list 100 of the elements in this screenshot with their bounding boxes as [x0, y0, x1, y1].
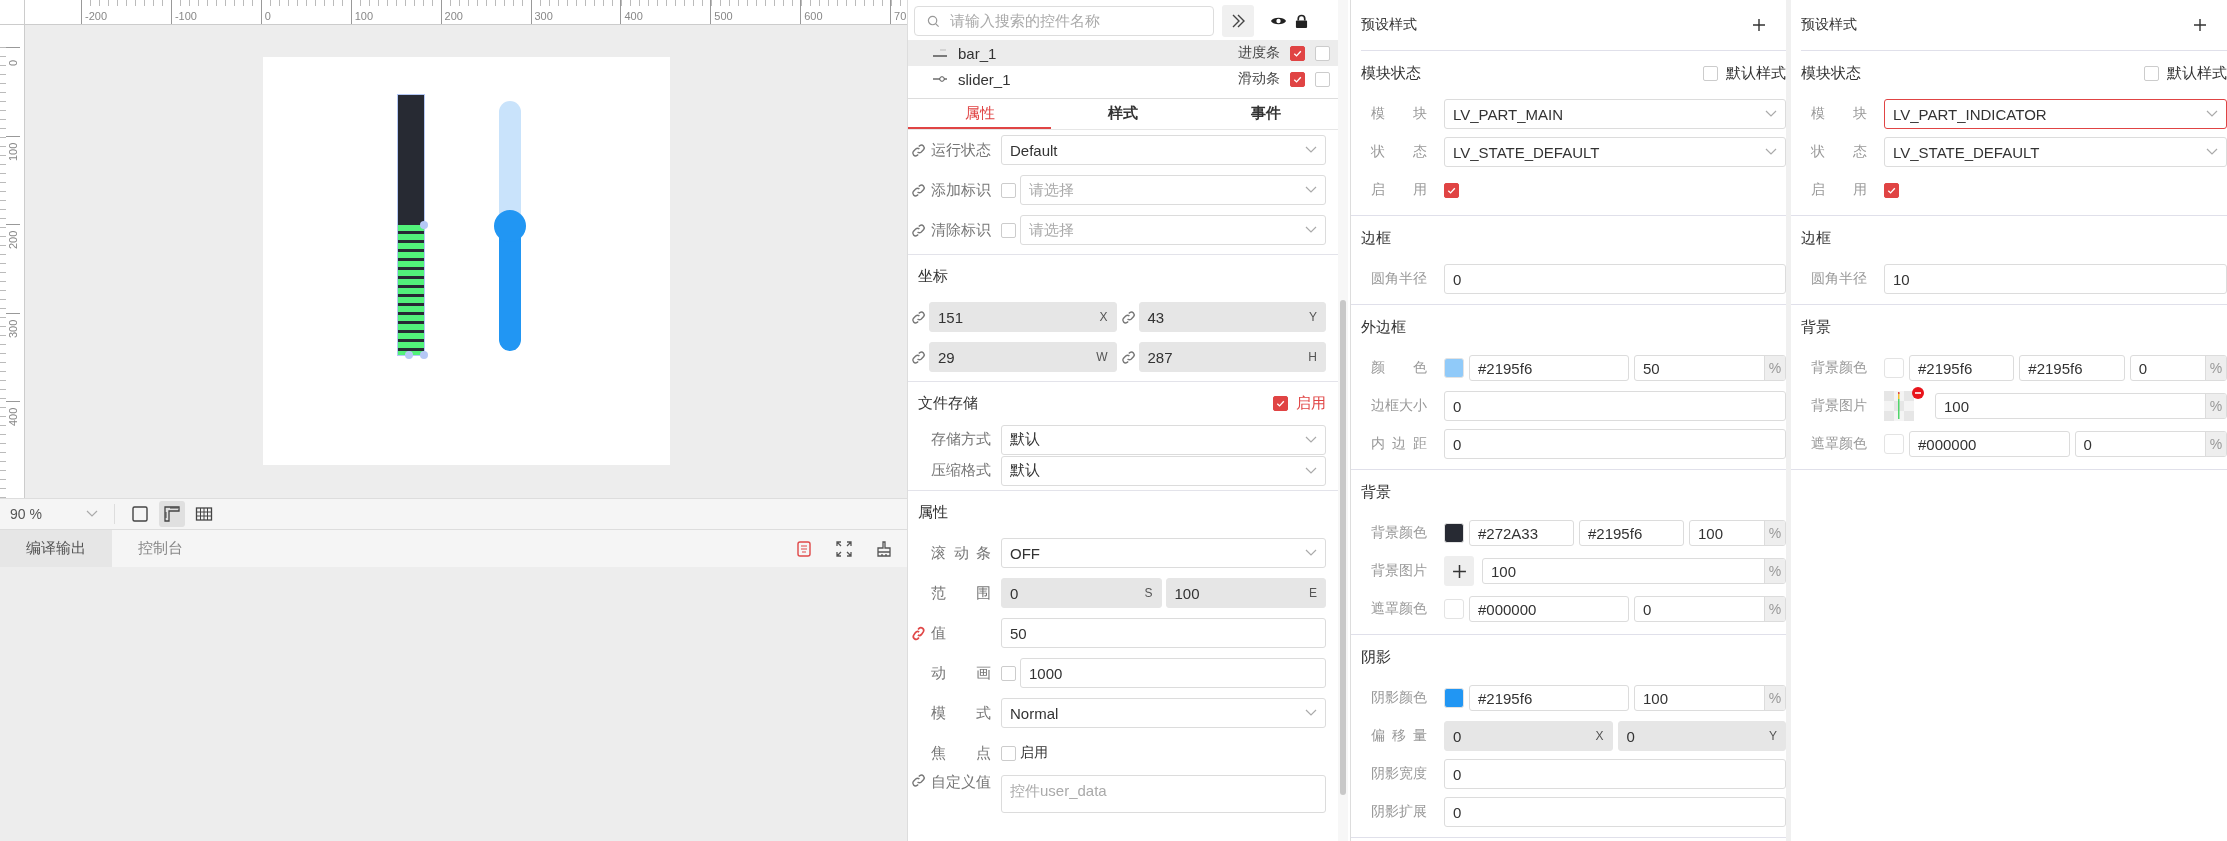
panel-tab[interactable]: 属性 — [908, 99, 1052, 129]
brush-icon[interactable] — [875, 539, 893, 558]
color-swatch[interactable] — [1444, 688, 1464, 708]
number-field[interactable]: 151 X — [929, 302, 1117, 332]
color-field[interactable]: #000000 — [1469, 596, 1629, 622]
chevron-icon — [1305, 709, 1317, 717]
percent-field[interactable]: 100 % — [1482, 558, 1786, 584]
dropdown[interactable]: LV_PART_INDICATOR — [1884, 99, 2227, 129]
checkbox[interactable] — [1290, 71, 1305, 87]
color-swatch[interactable] — [1884, 434, 1904, 454]
link-icon[interactable] — [911, 309, 926, 325]
percent-field[interactable]: 100 % — [1634, 685, 1786, 711]
link-icon[interactable] — [911, 349, 926, 365]
dropdown[interactable]: LV_STATE_DEFAULT — [1444, 137, 1786, 167]
input-field[interactable]: 0 — [1444, 264, 1786, 294]
color-field[interactable]: #2195f6 — [1909, 355, 2015, 381]
input-field[interactable]: 0 — [1444, 759, 1786, 789]
color-field[interactable]: #2195f6 — [1579, 520, 1684, 546]
link-icon[interactable] — [909, 624, 928, 642]
field-label: 滚动条 — [931, 543, 991, 563]
input-field[interactable]: 0 — [1444, 391, 1786, 421]
field-label: 模块 — [1811, 105, 1867, 123]
number-field[interactable]: 29 W — [929, 342, 1117, 372]
number-field[interactable]: 0 X — [1444, 721, 1613, 751]
output-tab[interactable]: 编译输出 — [0, 530, 112, 567]
checkbox[interactable] — [1001, 182, 1016, 198]
percent-field[interactable]: 100 % — [1935, 393, 2227, 419]
section-title: 属性 — [918, 502, 948, 522]
color-field[interactable]: #2195f6 — [2019, 355, 2125, 381]
color-swatch[interactable] — [1444, 599, 1464, 619]
double-chevron-icon — [1230, 13, 1246, 29]
checkbox[interactable] — [1444, 182, 1459, 198]
checkbox[interactable] — [1001, 745, 1016, 761]
eye-icon[interactable] — [1270, 15, 1287, 27]
color-field[interactable]: #000000 — [1909, 431, 2070, 457]
input-field[interactable]: 0 — [1444, 797, 1786, 827]
color-swatch[interactable] — [1884, 358, 1904, 378]
field-label: 模式 — [931, 703, 991, 723]
input-field[interactable]: 1000 — [1020, 658, 1326, 688]
link-icon[interactable] — [1120, 349, 1136, 365]
dropdown[interactable]: 默认 — [1001, 455, 1326, 486]
input-field[interactable]: 0 — [1444, 429, 1786, 459]
dropdown[interactable]: Default — [1001, 135, 1326, 165]
number-field[interactable]: 0 Y — [1617, 721, 1786, 751]
ruler-button[interactable] — [159, 501, 185, 527]
checkbox[interactable] — [1315, 45, 1330, 61]
widget-list-item[interactable]: bar_1 进度条 — [908, 40, 1338, 66]
resize-handle[interactable] — [420, 221, 428, 229]
dropdown[interactable]: LV_STATE_DEFAULT — [1884, 137, 2227, 167]
search-icon — [927, 14, 940, 28]
color-field[interactable]: #2195f6 — [1469, 355, 1629, 381]
collapse-button[interactable] — [1222, 5, 1254, 37]
panel-tab[interactable]: 事件 — [1194, 99, 1338, 129]
checkbox[interactable] — [1703, 65, 1718, 81]
unit-label: % — [1764, 686, 1785, 710]
link-icon[interactable] — [911, 182, 926, 198]
percent-field[interactable]: 0 % — [1634, 596, 1786, 622]
number-field[interactable]: 0 S — [1001, 578, 1162, 608]
number-field[interactable]: 43 Y — [1138, 302, 1326, 332]
add-button[interactable] — [1752, 18, 1766, 32]
number-field[interactable]: 287 H — [1138, 342, 1326, 372]
link-icon[interactable] — [911, 773, 926, 788]
percent-field[interactable]: 0 % — [2074, 431, 2227, 457]
input-field[interactable]: 10 — [1884, 264, 2227, 294]
chevron-icon — [2206, 148, 2218, 156]
field-label: 清除标识 — [931, 220, 991, 240]
checkbox[interactable] — [1273, 395, 1288, 411]
panel-tab[interactable]: 样式 — [1051, 99, 1195, 129]
add-button[interactable] — [2193, 18, 2207, 32]
color-swatch[interactable] — [1444, 523, 1464, 543]
link-icon[interactable] — [911, 142, 926, 158]
zoom-dropdown[interactable]: 90 % — [0, 506, 108, 522]
dropdown[interactable]: Normal — [1001, 698, 1326, 728]
dropdown[interactable]: 默认 — [1001, 424, 1326, 455]
input-field[interactable]: 50 — [1001, 618, 1326, 648]
color-field[interactable]: #2195f6 — [1469, 685, 1629, 711]
lock-icon[interactable] — [1295, 13, 1308, 29]
scrollbar[interactable] — [1340, 300, 1346, 795]
checkbox[interactable] — [1001, 665, 1016, 681]
percent-field[interactable]: 50 % — [1634, 355, 1786, 381]
dropdown[interactable]: LV_PART_MAIN — [1444, 99, 1786, 129]
dropdown[interactable]: OFF — [1001, 538, 1326, 568]
widget-list-item[interactable]: slider_1 滑动条 — [908, 66, 1338, 92]
percent-field[interactable]: 100 % — [1689, 520, 1786, 546]
color-swatch[interactable] — [1444, 358, 1464, 378]
number-field[interactable]: 100 E — [1165, 578, 1326, 608]
remove-icon[interactable] — [1912, 387, 1924, 399]
document-icon[interactable] — [795, 539, 813, 558]
field-label: 颜色 — [1371, 359, 1427, 377]
checkbox[interactable] — [2144, 65, 2159, 81]
checkbox[interactable] — [1315, 71, 1330, 87]
checkbox[interactable] — [1001, 222, 1016, 238]
link-icon[interactable] — [911, 222, 926, 238]
add-image-button[interactable] — [1444, 556, 1474, 586]
checkbox[interactable] — [1884, 182, 1899, 198]
link-icon[interactable] — [1120, 309, 1136, 325]
percent-field[interactable]: 0 % — [2129, 355, 2227, 381]
color-field[interactable]: #272A33 — [1469, 520, 1574, 546]
checkbox[interactable] — [1290, 45, 1305, 61]
expand-icon[interactable] — [835, 539, 853, 558]
